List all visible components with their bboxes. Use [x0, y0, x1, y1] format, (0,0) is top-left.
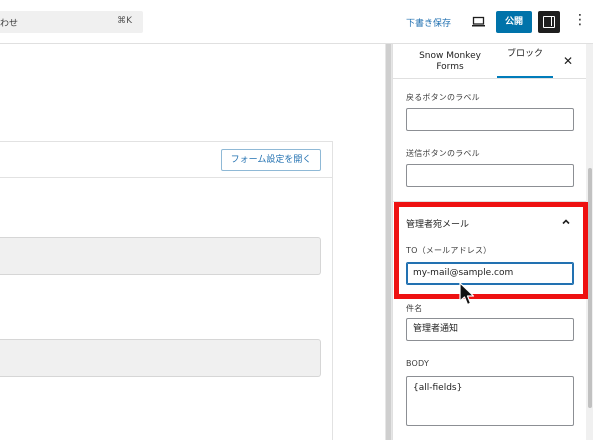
settings-panel-icon[interactable]: [538, 11, 560, 33]
more-options-icon[interactable]: ⋮: [573, 13, 587, 27]
save-draft-button[interactable]: 下書き保存: [406, 16, 451, 29]
back-button-label-caption: 戻るボタンのラベル: [406, 93, 480, 102]
command-palette-shortcut: ⌘K: [117, 16, 132, 26]
form-field-placeholder[interactable]: [0, 339, 321, 377]
subject-caption: 件名: [406, 304, 423, 313]
subject-input[interactable]: 管理者通知: [406, 318, 574, 341]
sidebar-tabs: Snow Monkey Forms ブロック ✕: [393, 44, 586, 79]
form-block[interactable]: フォーム設定を開く: [0, 141, 333, 440]
command-palette-text: わせ: [0, 19, 19, 29]
canvas-scrollbar[interactable]: [385, 44, 392, 440]
highlight-box: [394, 202, 588, 299]
editor-top-bar: わせ ⌘K 下書き保存 公開 ⋮: [0, 0, 593, 44]
mouse-cursor-icon: [459, 282, 475, 306]
submit-button-label-caption: 送信ボタンのラベル: [406, 149, 480, 158]
form-field-placeholder[interactable]: [0, 237, 321, 275]
open-form-settings-button[interactable]: フォーム設定を開く: [221, 149, 321, 171]
preview-icon[interactable]: [472, 15, 485, 28]
body-caption: BODY: [406, 359, 430, 368]
active-tab-indicator: [497, 76, 553, 78]
command-palette-search[interactable]: わせ ⌘K: [0, 11, 143, 33]
publish-button[interactable]: 公開: [496, 11, 532, 33]
submit-button-label-input[interactable]: [406, 164, 574, 187]
close-icon[interactable]: ✕: [563, 54, 573, 68]
back-button-label-input[interactable]: [406, 108, 574, 131]
body-textarea[interactable]: {all-fields}: [406, 376, 574, 426]
form-block-header: フォーム設定を開く: [0, 142, 332, 178]
tab-snow-monkey-forms[interactable]: Snow Monkey Forms: [405, 51, 495, 73]
editor-canvas: フォーム設定を開く: [0, 44, 385, 440]
tab-block[interactable]: ブロック: [497, 48, 553, 60]
